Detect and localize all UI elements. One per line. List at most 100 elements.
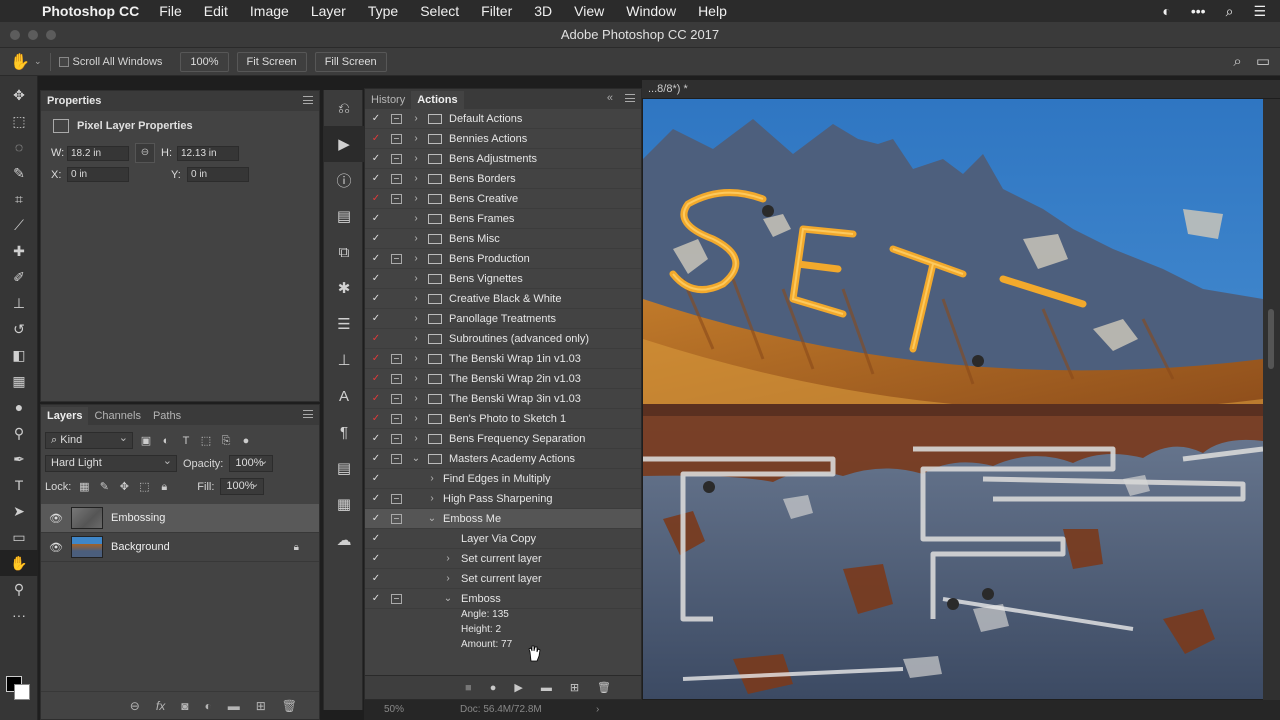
rectangle-tool-icon[interactable]: ▭ xyxy=(0,524,38,550)
menu-layer[interactable]: Layer xyxy=(311,3,346,19)
document-canvas[interactable] xyxy=(643,99,1263,699)
adjustment-filter-icon[interactable]: ◐ xyxy=(159,434,173,448)
dialog-toggle-icon[interactable] xyxy=(391,513,402,524)
dialog-toggle-icon[interactable] xyxy=(391,173,402,184)
marquee-tool-icon[interactable]: ⬚ xyxy=(0,108,38,134)
record-icon[interactable]: ● xyxy=(490,682,497,694)
menu-image[interactable]: Image xyxy=(250,3,289,19)
menu-edit[interactable]: Edit xyxy=(204,3,228,19)
menu-window[interactable]: Window xyxy=(626,3,676,19)
action-row[interactable]: ✓ › Bens Frames xyxy=(365,209,641,229)
dialog-toggle-icon[interactable] xyxy=(391,253,402,264)
y-field[interactable]: 0 in xyxy=(187,167,249,182)
width-field[interactable]: 18.2 in xyxy=(67,145,129,161)
gradient-tool-icon[interactable]: ▦ xyxy=(0,368,38,394)
brush-tool-icon[interactable]: ✐ xyxy=(0,264,38,290)
action-row[interactable]: ✓ › Panollage Treatments xyxy=(365,309,641,329)
action-row[interactable]: ✓ › Bens Creative xyxy=(365,189,641,209)
action-row[interactable]: ✓ › Bens Frequency Separation xyxy=(365,429,641,449)
chevron-right-icon[interactable]: › xyxy=(411,133,421,144)
dialog-toggle-icon[interactable] xyxy=(391,373,402,384)
hand-tool-icon[interactable]: ✋ xyxy=(0,550,38,576)
new-set-icon[interactable]: ▬ xyxy=(541,682,552,694)
app-menu[interactable]: Photoshop CC xyxy=(42,3,139,19)
chevron-right-icon[interactable]: › xyxy=(411,173,421,184)
filter-toggle-icon[interactable]: ● xyxy=(239,434,253,448)
background-color-swatch[interactable] xyxy=(14,684,30,700)
smart-object-filter-icon[interactable]: ⎘ xyxy=(219,434,233,448)
chevron-right-icon[interactable]: › xyxy=(411,273,421,284)
properties-tab[interactable]: Properties xyxy=(41,91,319,111)
visibility-eye-icon[interactable]: 👁︎ xyxy=(41,541,71,554)
enabled-check-icon[interactable]: ✓ xyxy=(371,213,381,224)
history-brush-tool-icon[interactable]: ↺ xyxy=(0,316,38,342)
history-panel-icon[interactable]: ⎌ xyxy=(324,90,364,126)
path-select-tool-icon[interactable]: ➤ xyxy=(0,498,38,524)
action-row[interactable]: ✓ › Bens Production xyxy=(365,249,641,269)
action-row[interactable]: ✓ › Bens Adjustments xyxy=(365,149,641,169)
search-icon[interactable]: ⌕ xyxy=(1233,53,1241,70)
action-row[interactable]: ✓ › Bennies Actions xyxy=(365,129,641,149)
action-row[interactable]: ✓ › Set current layer xyxy=(365,549,641,569)
pen-tool-icon[interactable]: ✒ xyxy=(0,446,38,472)
lock-transparent-icon[interactable]: ▦ xyxy=(77,480,91,494)
vertical-scrollbar[interactable] xyxy=(1263,99,1280,700)
dodge-tool-icon[interactable]: ⚲ xyxy=(0,420,38,446)
tab-paths[interactable]: Paths xyxy=(147,407,187,425)
layer-style-fx-icon[interactable]: fx xyxy=(156,699,165,713)
status-zoom[interactable]: 50% xyxy=(384,700,404,720)
workspace-icon[interactable]: ▭ xyxy=(1256,52,1270,70)
crop-tool-icon[interactable]: ⌗ xyxy=(0,186,38,212)
opacity-field[interactable]: 100% xyxy=(229,454,274,472)
grid-panel-icon[interactable]: ▦ xyxy=(324,486,364,522)
enabled-check-icon[interactable]: ✓ xyxy=(371,313,381,324)
add-mask-icon[interactable]: ◙ xyxy=(181,699,188,713)
tab-actions[interactable]: Actions xyxy=(411,91,464,109)
dialog-toggle-icon[interactable] xyxy=(391,493,402,504)
fit-screen-button[interactable]: Fit Screen xyxy=(236,51,307,72)
enabled-check-icon[interactable]: ✓ xyxy=(371,573,381,584)
chevron-right-icon[interactable]: › xyxy=(411,313,421,324)
action-row[interactable]: ✓ › Ben's Photo to Sketch 1 xyxy=(365,409,641,429)
healing-brush-tool-icon[interactable]: ✚ xyxy=(0,238,38,264)
menu-file[interactable]: File xyxy=(159,3,182,19)
dialog-toggle-icon[interactable] xyxy=(391,453,402,464)
panel-menu-icon[interactable] xyxy=(625,94,635,102)
chevron-right-icon[interactable]: › xyxy=(411,373,421,384)
action-row[interactable]: ✓ › Creative Black & White xyxy=(365,289,641,309)
chevron-right-icon[interactable]: › xyxy=(411,413,421,424)
adjustment-layer-icon[interactable]: ◐ xyxy=(204,699,211,713)
menu-select[interactable]: Select xyxy=(420,3,459,19)
spotlight-search-icon[interactable]: ⌕ xyxy=(1226,3,1234,20)
chevron-right-icon[interactable]: › xyxy=(411,333,421,344)
action-row[interactable]: ✓ › The Benski Wrap 2in v1.03 xyxy=(365,369,641,389)
delete-layer-icon[interactable]: 🗑︎ xyxy=(282,699,297,713)
partial-enabled-check-icon[interactable]: ✓ xyxy=(371,193,381,204)
quick-select-tool-icon[interactable]: ✎ xyxy=(0,160,38,186)
action-row[interactable]: ✓ Layer Via Copy xyxy=(365,529,641,549)
link-layers-icon[interactable]: ⊖ xyxy=(130,699,140,713)
type-tool-icon[interactable]: T xyxy=(0,472,38,498)
eraser-tool-icon[interactable]: ◧ xyxy=(0,342,38,368)
new-action-icon[interactable]: ⊞ xyxy=(570,681,579,694)
adjustments-panel-icon[interactable]: ☰ xyxy=(324,306,364,342)
tool-presets-panel-icon[interactable]: ⊥ xyxy=(324,342,364,378)
action-row[interactable]: ✓ › Default Actions xyxy=(365,109,641,129)
enabled-check-icon[interactable]: ✓ xyxy=(371,153,381,164)
more-dots-icon[interactable]: ••• xyxy=(1191,3,1206,19)
enabled-check-icon[interactable]: ✓ xyxy=(371,453,381,464)
chevron-right-icon[interactable]: › xyxy=(411,193,421,204)
more-tools-icon[interactable]: ··· xyxy=(0,602,38,628)
partial-enabled-check-icon[interactable]: ✓ xyxy=(371,333,381,344)
chevron-right-icon[interactable]: › xyxy=(427,493,437,504)
chevron-right-icon[interactable]: › xyxy=(411,153,421,164)
notes-panel-icon[interactable]: ▤ xyxy=(324,450,364,486)
chevron-down-icon[interactable]: ⌄ xyxy=(34,56,42,67)
enabled-check-icon[interactable]: ✓ xyxy=(371,473,381,484)
move-tool-icon[interactable]: ✥ xyxy=(0,82,38,108)
clone-stamp-tool-icon[interactable]: ⊥ xyxy=(0,290,38,316)
zoom-100-button[interactable]: 100% xyxy=(180,51,229,72)
lock-position-icon[interactable]: ✥ xyxy=(117,480,131,494)
character-panel-icon[interactable]: A xyxy=(324,378,364,414)
panel-menu-icon[interactable] xyxy=(303,96,313,104)
